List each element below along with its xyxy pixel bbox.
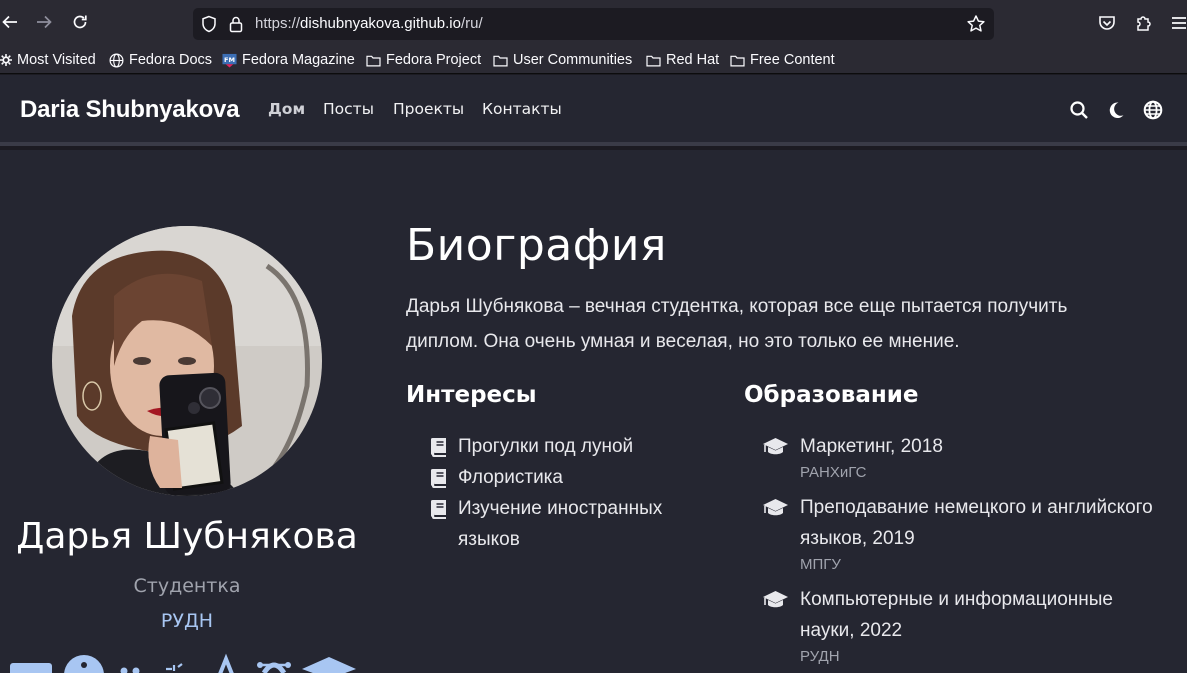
lock-icon[interactable] <box>229 15 243 33</box>
book-icon <box>431 438 446 457</box>
education-institution: РАНХиГС <box>800 464 867 481</box>
education-heading: Образование <box>744 382 919 408</box>
globe-icon <box>109 53 124 67</box>
main-content: Дарья Шубнякова Студентка РУДН Биография… <box>0 150 1187 673</box>
browser-toolbar: https://dishubnyakova.github.io/ru/ <box>0 0 1187 46</box>
bookmark-label: Fedora Project <box>386 52 482 68</box>
education-item: Маркетинг, 2018 РАНХиГС <box>762 431 1182 484</box>
bookmark-most-visited[interactable]: Most Visited <box>0 51 96 69</box>
profile-role: Студентка <box>133 575 241 597</box>
url-prefix: https:// <box>255 15 301 32</box>
bookmark-star-icon[interactable] <box>966 14 986 34</box>
education-text: Преподавание немецкого и английского язы… <box>800 492 1175 576</box>
back-arrow-icon[interactable] <box>0 13 20 33</box>
biography-text: Дарья Шубнякова – вечная студентка, кото… <box>406 289 1187 359</box>
url-host: dishubnyakova.github.io <box>300 15 461 32</box>
book-icon <box>431 500 446 519</box>
education-course: Преподавание немецкого и английского язы… <box>800 497 1153 549</box>
bookmark-label: Fedora Docs <box>129 52 213 68</box>
folder-icon <box>366 55 381 66</box>
bookmark-red-hat[interactable]: Red Hat <box>646 51 719 69</box>
bookmark-user-communities[interactable]: User Communities <box>493 51 632 69</box>
bookmark-label: Fedora Magazine <box>242 52 355 68</box>
svg-text:FM: FM <box>224 55 235 63</box>
contact-circle-icon <box>64 655 104 673</box>
biography-line-1: Дарья Шубнякова – вечная студентка, кото… <box>406 296 1068 317</box>
education-course: Маркетинг, 2018 <box>800 436 943 457</box>
url-path: /ru/ <box>460 15 483 32</box>
interest-label: Флористика <box>458 467 563 488</box>
address-bar[interactable]: https://dishubnyakova.github.io/ru/ <box>193 8 994 40</box>
folder-icon <box>493 55 508 66</box>
profile-organization-link[interactable]: РУДН <box>0 610 374 632</box>
nav-posts[interactable]: Посты <box>323 100 374 118</box>
search-icon[interactable] <box>1069 100 1089 120</box>
triangle-icon <box>218 653 234 673</box>
interest-item: Изучение иностранных языков <box>430 493 690 555</box>
site-navbar: Daria Shubnyakova Дом Посты Проекты Конт… <box>0 75 1187 146</box>
language-globe-icon[interactable] <box>1143 100 1163 120</box>
pocket-icon[interactable] <box>1097 13 1117 33</box>
gitlab-icon <box>257 662 291 673</box>
forward-arrow-icon[interactable] <box>34 13 54 33</box>
folder-icon <box>646 55 661 66</box>
education-text: Маркетинг, 2018 РАНХиГС <box>800 431 943 484</box>
interest-label: Изучение иностранных языков <box>458 498 663 550</box>
bookmark-free-content[interactable]: Free Content <box>730 51 835 69</box>
email-icon <box>10 663 52 673</box>
interest-item: Флористика <box>430 462 710 493</box>
tracking-shield-icon[interactable] <box>201 15 217 33</box>
gear-icon <box>0 54 12 66</box>
biography-line-2: диплом. Она очень умная и веселая, но эт… <box>406 331 960 352</box>
fm-favicon-icon: FM <box>222 53 237 68</box>
bookmark-label: User Communities <box>513 52 633 68</box>
social-icons-strip <box>10 653 356 673</box>
dark-mode-moon-icon[interactable] <box>1106 100 1126 120</box>
hamburger-menu-icon[interactable] <box>1169 13 1187 33</box>
graduation-cap-icon <box>763 438 788 455</box>
bookmark-label: Most Visited <box>17 52 96 68</box>
education-item: Компьютерные и информационные науки, 202… <box>762 584 1182 668</box>
social-links-row <box>8 653 368 673</box>
bookmark-label: Red Hat <box>666 52 720 68</box>
reload-icon[interactable] <box>70 13 90 33</box>
avatar-photo <box>52 226 322 496</box>
bookmark-label: Free Content <box>750 52 835 68</box>
site-brand[interactable]: Daria Shubnyakova <box>20 96 240 124</box>
bookmarks-toolbar: Most Visited Fedora Docs FM Fedora Magaz… <box>0 46 1187 74</box>
extensions-puzzle-icon[interactable] <box>1134 13 1154 33</box>
education-item: Преподавание немецкого и английского язы… <box>762 492 1182 576</box>
nav-contacts[interactable]: Контакты <box>482 100 562 118</box>
graph-icon <box>120 667 140 673</box>
education-text: Компьютерные и информационные науки, 202… <box>800 584 1140 668</box>
nav-projects[interactable]: Проекты <box>393 100 464 118</box>
bookmark-fedora-magazine[interactable]: FM Fedora Magazine <box>222 51 355 69</box>
graduation-cap-icon <box>763 499 788 516</box>
bookmark-fedora-project[interactable]: Fedora Project <box>366 51 481 69</box>
scholar-icon <box>166 663 183 671</box>
biography-heading: Биография <box>406 220 667 271</box>
profile-name: Дарья Шубнякова <box>16 516 358 557</box>
interests-heading: Интересы <box>406 382 537 408</box>
interest-label: Прогулки под луной <box>458 436 634 457</box>
url-text[interactable]: https://dishubnyakova.github.io/ru/ <box>255 15 483 32</box>
folder-icon <box>730 55 745 66</box>
education-institution: РУДН <box>800 648 840 665</box>
education-institution: МПГУ <box>800 556 841 573</box>
book-icon <box>431 469 446 488</box>
bookmark-fedora-docs[interactable]: Fedora Docs <box>109 51 212 69</box>
nav-home[interactable]: Дом <box>268 100 305 118</box>
education-course: Компьютерные и информационные науки, 202… <box>800 589 1113 641</box>
interest-item: Прогулки под луной <box>430 431 710 462</box>
profile-avatar <box>52 226 322 496</box>
graduation-cap-icon <box>763 591 788 608</box>
graduation-cap-icon <box>302 657 356 673</box>
